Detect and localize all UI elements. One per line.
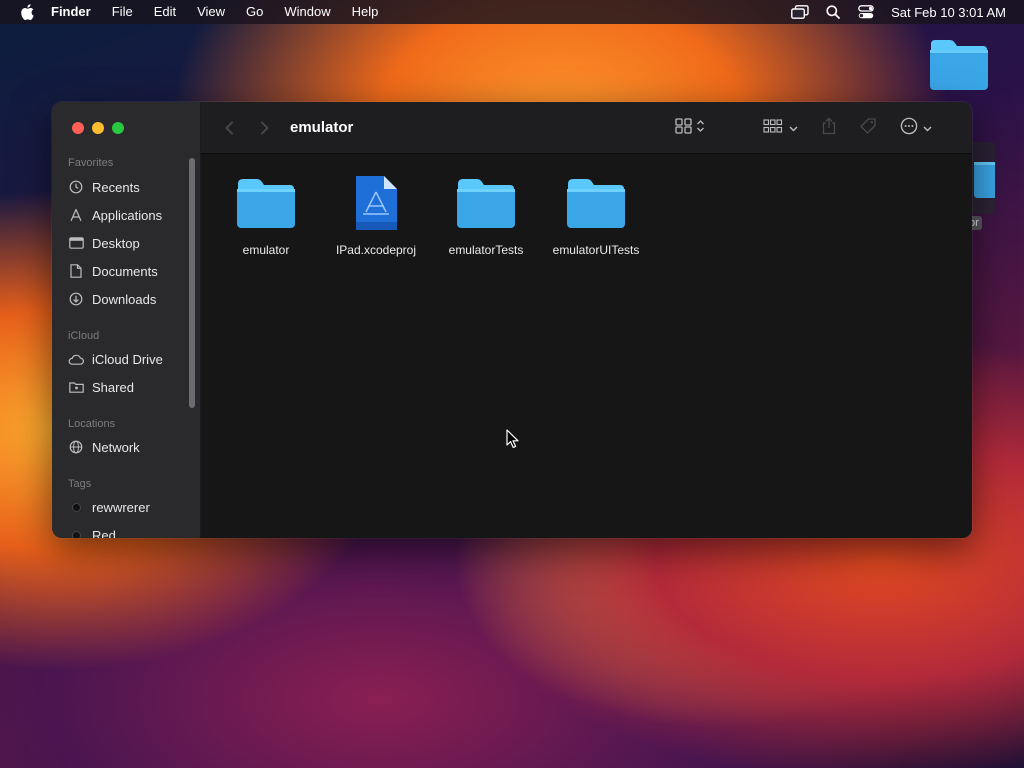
- folder-icon: [234, 171, 298, 235]
- forward-button[interactable]: [255, 118, 275, 138]
- desktop-folder-icon[interactable]: [928, 38, 990, 92]
- sidebar-item-label: Desktop: [92, 235, 140, 251]
- file-item-name: IPad.xcodeproj: [335, 243, 417, 257]
- sidebar-item-label: rewwrerer: [92, 499, 150, 515]
- sidebar-item-tag-rewwrerer[interactable]: rewwrerer: [68, 497, 150, 517]
- file-browser[interactable]: emulator IPad.xcodeproj emulatorTests em…: [201, 155, 972, 538]
- clock-icon: [68, 179, 84, 195]
- file-item-emulatoruitests[interactable]: emulatorUITests: [541, 171, 651, 257]
- sidebar-item-label: iCloud Drive: [92, 351, 163, 367]
- sidebar-item-label: Red: [92, 527, 116, 539]
- sidebar-item-label: Downloads: [92, 291, 157, 307]
- menu-view[interactable]: View: [197, 0, 225, 24]
- file-item-name: emulatorUITests: [552, 243, 640, 257]
- sidebar-item-icloud-drive[interactable]: iCloud Drive: [68, 349, 163, 369]
- menu-bar-clock[interactable]: Sat Feb 10 3:01 AM: [891, 5, 1006, 20]
- sidebar-item-downloads[interactable]: Downloads: [68, 289, 156, 309]
- chevron-updown-icon: [696, 119, 705, 138]
- menu-window[interactable]: Window: [284, 0, 330, 24]
- sidebar-header-tags: Tags: [68, 478, 92, 490]
- folder-icon: [564, 171, 628, 235]
- folder-icon: [454, 171, 518, 235]
- file-item-emulatortests[interactable]: emulatorTests: [431, 171, 541, 257]
- menu-app-name[interactable]: Finder: [51, 0, 91, 24]
- file-item-ipad-xcodeproj[interactable]: IPad.xcodeproj: [321, 171, 431, 257]
- menu-edit[interactable]: Edit: [154, 0, 176, 24]
- sidebar-header-favorites: Favorites: [68, 157, 114, 169]
- sidebar-item-recents[interactable]: Recents: [68, 177, 140, 197]
- window-controls: [72, 122, 132, 134]
- apple-menu-icon[interactable]: [17, 2, 37, 22]
- ellipsis-circle-icon: [900, 117, 918, 140]
- menu-help[interactable]: Help: [352, 0, 379, 24]
- minimize-button[interactable]: [92, 122, 104, 134]
- group-button[interactable]: [763, 117, 798, 139]
- zoom-button[interactable]: [112, 122, 124, 134]
- menu-bar: Finder File Edit View Go Window Help Sat…: [0, 0, 1024, 24]
- mouse-pointer-icon: [506, 429, 520, 449]
- menu-file[interactable]: File: [112, 0, 133, 24]
- sidebar-item-label: Applications: [92, 207, 163, 223]
- download-icon: [68, 291, 84, 307]
- window-title: emulator: [290, 119, 354, 136]
- file-item-name: emulator: [242, 243, 290, 257]
- document-icon: [68, 263, 84, 279]
- tag-dot-icon: [68, 499, 84, 515]
- sidebar-item-network[interactable]: Network: [68, 437, 140, 457]
- xcodeproj-icon: [344, 171, 408, 235]
- folder-icon: [972, 156, 995, 200]
- cloud-icon: [68, 351, 84, 367]
- sidebar-item-label: Documents: [92, 263, 158, 279]
- menu-go[interactable]: Go: [246, 0, 263, 24]
- search-icon[interactable]: [823, 2, 843, 22]
- shared-folder-icon: [68, 379, 84, 395]
- share-button[interactable]: [821, 117, 837, 139]
- icon-view-icon: [675, 117, 693, 139]
- sidebar-item-label: Network: [92, 439, 140, 455]
- sidebar: Favorites Recents Applications Desktop D…: [52, 102, 201, 538]
- file-item-name: emulatorTests: [448, 243, 524, 257]
- sidebar-item-tag-red[interactable]: Red: [68, 525, 116, 538]
- screen-mirroring-icon[interactable]: [790, 2, 810, 22]
- sidebar-scrollbar[interactable]: [189, 158, 195, 408]
- file-item-emulator[interactable]: emulator: [211, 171, 321, 257]
- sidebar-item-shared[interactable]: Shared: [68, 377, 134, 397]
- chevron-down-icon: [923, 119, 932, 137]
- sidebar-item-label: Shared: [92, 379, 134, 395]
- tag-dot-icon: [68, 527, 84, 538]
- sidebar-item-desktop[interactable]: Desktop: [68, 233, 140, 253]
- toolbar: emulator: [201, 102, 972, 154]
- sidebar-item-label: Recents: [92, 179, 140, 195]
- finder-window: Favorites Recents Applications Desktop D…: [52, 102, 972, 538]
- applications-icon: [68, 207, 84, 223]
- globe-icon: [68, 439, 84, 455]
- menu-bar-status: Sat Feb 10 3:01 AM: [790, 0, 1024, 24]
- control-center-icon[interactable]: [856, 2, 876, 22]
- more-actions-button[interactable]: [900, 117, 932, 139]
- close-button[interactable]: [72, 122, 84, 134]
- sidebar-item-documents[interactable]: Documents: [68, 261, 158, 281]
- group-grid-icon: [763, 118, 783, 138]
- view-mode-button[interactable]: [675, 117, 705, 139]
- sidebar-item-applications[interactable]: Applications: [68, 205, 162, 225]
- sidebar-header-locations: Locations: [68, 418, 116, 430]
- sidebar-header-icloud: iCloud: [68, 330, 100, 342]
- share-icon: [821, 117, 837, 140]
- tag-icon: [859, 117, 877, 140]
- desktop-icon: [68, 235, 84, 251]
- back-button[interactable]: [219, 118, 239, 138]
- tag-button[interactable]: [859, 117, 877, 139]
- chevron-down-icon: [789, 119, 798, 137]
